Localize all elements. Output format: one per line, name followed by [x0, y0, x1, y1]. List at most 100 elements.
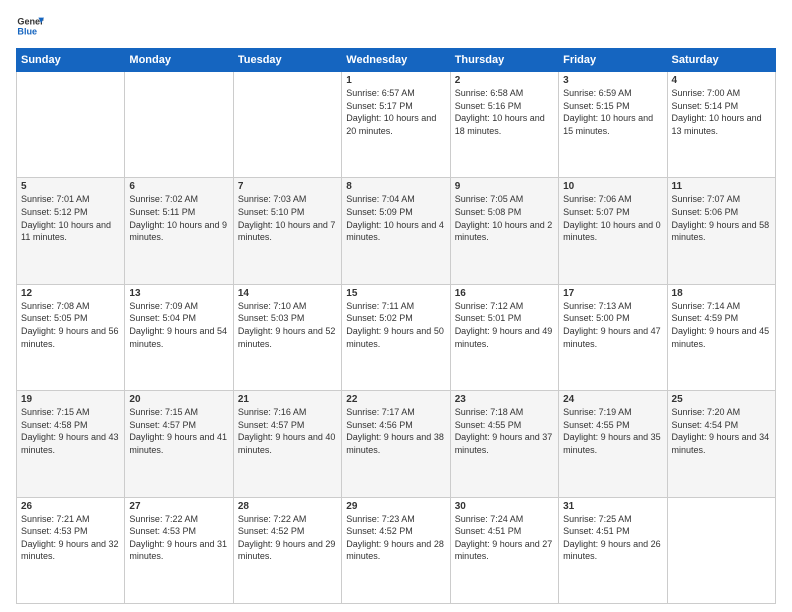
- day-number: 1: [346, 75, 445, 86]
- calendar-cell: [17, 72, 125, 178]
- calendar-header-thursday: Thursday: [450, 49, 558, 72]
- calendar-cell: 17 Sunrise: 7:13 AMSunset: 5:00 PMDayligh…: [559, 284, 667, 390]
- day-number: 5: [21, 181, 120, 192]
- cell-content: Sunrise: 7:04 AMSunset: 5:09 PMDaylight:…: [346, 194, 444, 242]
- calendar-cell: 29Sunrise: 7:23 AMSunset: 4:52 PMDayligh…: [342, 497, 450, 603]
- cell-content: Sunrise: 7:21 AMSunset: 4:53 PMDaylight:…: [21, 514, 119, 562]
- cell-content: Sunrise: 7:14 AMSunset: 4:59 PMDaylight:…: [672, 301, 770, 349]
- day-number: 16: [455, 288, 554, 299]
- calendar-header-friday: Friday: [559, 49, 667, 72]
- cell-content: Sunrise: 7:20 AMSunset: 4:54 PMDaylight:…: [672, 407, 770, 455]
- day-number: 8: [346, 181, 445, 192]
- calendar-cell: 22 Sunrise: 7:17 AMSunset: 4:56 PMDayligh…: [342, 391, 450, 497]
- calendar-header-row: SundayMondayTuesdayWednesdayThursdayFrid…: [17, 49, 776, 72]
- cell-content: Sunrise: 7:03 AMSunset: 5:10 PMDaylight:…: [238, 194, 336, 242]
- logo: General Blue: [16, 12, 44, 40]
- calendar-cell: 8 Sunrise: 7:04 AMSunset: 5:09 PMDaylight…: [342, 178, 450, 284]
- calendar-cell: 20 Sunrise: 7:15 AMSunset: 4:57 PMDayligh…: [125, 391, 233, 497]
- calendar-week-2: 5 Sunrise: 7:01 AMSunset: 5:12 PMDaylight…: [17, 178, 776, 284]
- cell-content: Sunrise: 7:15 AMSunset: 4:57 PMDaylight:…: [129, 407, 227, 455]
- calendar-cell: 5 Sunrise: 7:01 AMSunset: 5:12 PMDaylight…: [17, 178, 125, 284]
- day-number: 3: [563, 75, 662, 86]
- calendar-cell: 7 Sunrise: 7:03 AMSunset: 5:10 PMDaylight…: [233, 178, 341, 284]
- calendar-header-tuesday: Tuesday: [233, 49, 341, 72]
- calendar-cell: 10Sunrise: 7:06 AMSunset: 5:07 PMDayligh…: [559, 178, 667, 284]
- cell-content: Sunrise: 7:23 AMSunset: 4:52 PMDaylight:…: [346, 514, 444, 562]
- day-number: 27: [129, 501, 228, 512]
- cell-content: Sunrise: 7:02 AMSunset: 5:11 PMDaylight:…: [129, 194, 227, 242]
- cell-content: Sunrise: 7:08 AMSunset: 5:05 PMDaylight:…: [21, 301, 119, 349]
- calendar-cell: 15 Sunrise: 7:11 AMSunset: 5:02 PMDayligh…: [342, 284, 450, 390]
- calendar-cell: 3 Sunrise: 6:59 AMSunset: 5:15 PMDaylight…: [559, 72, 667, 178]
- cell-content: Sunrise: 7:01 AMSunset: 5:12 PMDaylight:…: [21, 194, 111, 242]
- day-number: 12: [21, 288, 120, 299]
- cell-content: Sunrise: 7:22 AMSunset: 4:53 PMDaylight:…: [129, 514, 227, 562]
- cell-content: Sunrise: 7:17 AMSunset: 4:56 PMDaylight:…: [346, 407, 444, 455]
- cell-content: Sunrise: 7:15 AMSunset: 4:58 PMDaylight:…: [21, 407, 119, 455]
- day-number: 19: [21, 394, 120, 405]
- calendar-cell: 2 Sunrise: 6:58 AMSunset: 5:16 PMDaylight…: [450, 72, 558, 178]
- calendar-cell: 24 Sunrise: 7:19 AMSunset: 4:55 PMDayligh…: [559, 391, 667, 497]
- cell-content: Sunrise: 7:09 AMSunset: 5:04 PMDaylight:…: [129, 301, 227, 349]
- calendar-cell: 4Sunrise: 7:00 AMSunset: 5:14 PMDaylight…: [667, 72, 775, 178]
- day-number: 26: [21, 501, 120, 512]
- cell-content: Sunrise: 7:13 AMSunset: 5:00 PMDaylight:…: [563, 301, 661, 349]
- calendar-cell: 14 Sunrise: 7:10 AMSunset: 5:03 PMDayligh…: [233, 284, 341, 390]
- calendar-cell: 9 Sunrise: 7:05 AMSunset: 5:08 PMDaylight…: [450, 178, 558, 284]
- calendar-cell: 26 Sunrise: 7:21 AMSunset: 4:53 PMDayligh…: [17, 497, 125, 603]
- header: General Blue: [16, 12, 776, 40]
- cell-content: Sunrise: 7:22 AMSunset: 4:52 PMDaylight:…: [238, 514, 336, 562]
- calendar-week-4: 19 Sunrise: 7:15 AMSunset: 4:58 PMDayligh…: [17, 391, 776, 497]
- cell-content: Sunrise: 6:57 AMSunset: 5:17 PMDaylight:…: [346, 88, 436, 136]
- day-number: 17: [563, 288, 662, 299]
- day-number: 14: [238, 288, 337, 299]
- cell-content: Sunrise: 6:58 AMSunset: 5:16 PMDaylight:…: [455, 88, 545, 136]
- cell-content: Sunrise: 7:05 AMSunset: 5:08 PMDaylight:…: [455, 194, 553, 242]
- day-number: 11: [672, 181, 771, 192]
- calendar-header-sunday: Sunday: [17, 49, 125, 72]
- calendar-cell: 11 Sunrise: 7:07 AMSunset: 5:06 PMDayligh…: [667, 178, 775, 284]
- day-number: 22: [346, 394, 445, 405]
- cell-content: Sunrise: 6:59 AMSunset: 5:15 PMDaylight:…: [563, 88, 653, 136]
- calendar-cell: [667, 497, 775, 603]
- calendar-cell: 12 Sunrise: 7:08 AMSunset: 5:05 PMDayligh…: [17, 284, 125, 390]
- calendar-header-saturday: Saturday: [667, 49, 775, 72]
- calendar-header-monday: Monday: [125, 49, 233, 72]
- day-number: 20: [129, 394, 228, 405]
- cell-content: Sunrise: 7:07 AMSunset: 5:06 PMDaylight:…: [672, 194, 770, 242]
- cell-content: Sunrise: 7:06 AMSunset: 5:07 PMDaylight:…: [563, 194, 661, 242]
- calendar-cell: 27 Sunrise: 7:22 AMSunset: 4:53 PMDayligh…: [125, 497, 233, 603]
- day-number: 15: [346, 288, 445, 299]
- cell-content: Sunrise: 7:24 AMSunset: 4:51 PMDaylight:…: [455, 514, 553, 562]
- calendar-cell: 21 Sunrise: 7:16 AMSunset: 4:57 PMDayligh…: [233, 391, 341, 497]
- day-number: 24: [563, 394, 662, 405]
- day-number: 21: [238, 394, 337, 405]
- calendar-cell: 23 Sunrise: 7:18 AMSunset: 4:55 PMDayligh…: [450, 391, 558, 497]
- svg-text:Blue: Blue: [17, 26, 37, 36]
- logo-icon: General Blue: [16, 12, 44, 40]
- cell-content: Sunrise: 7:10 AMSunset: 5:03 PMDaylight:…: [238, 301, 336, 349]
- day-number: 13: [129, 288, 228, 299]
- calendar-cell: 1 Sunrise: 6:57 AMSunset: 5:17 PMDaylight…: [342, 72, 450, 178]
- cell-content: Sunrise: 7:11 AMSunset: 5:02 PMDaylight:…: [346, 301, 444, 349]
- calendar-week-5: 26 Sunrise: 7:21 AMSunset: 4:53 PMDayligh…: [17, 497, 776, 603]
- calendar-cell: 16Sunrise: 7:12 AMSunset: 5:01 PMDayligh…: [450, 284, 558, 390]
- calendar-table: SundayMondayTuesdayWednesdayThursdayFrid…: [16, 48, 776, 604]
- day-number: 30: [455, 501, 554, 512]
- calendar-cell: 28Sunrise: 7:22 AMSunset: 4:52 PMDayligh…: [233, 497, 341, 603]
- calendar-cell: 25Sunrise: 7:20 AMSunset: 4:54 PMDayligh…: [667, 391, 775, 497]
- calendar-header-wednesday: Wednesday: [342, 49, 450, 72]
- day-number: 23: [455, 394, 554, 405]
- cell-content: Sunrise: 7:16 AMSunset: 4:57 PMDaylight:…: [238, 407, 336, 455]
- calendar-week-1: 1 Sunrise: 6:57 AMSunset: 5:17 PMDaylight…: [17, 72, 776, 178]
- cell-content: Sunrise: 7:18 AMSunset: 4:55 PMDaylight:…: [455, 407, 553, 455]
- day-number: 18: [672, 288, 771, 299]
- day-number: 2: [455, 75, 554, 86]
- day-number: 7: [238, 181, 337, 192]
- page: General Blue SundayMondayTuesdayWednesda…: [0, 0, 792, 612]
- cell-content: Sunrise: 7:19 AMSunset: 4:55 PMDaylight:…: [563, 407, 661, 455]
- day-number: 9: [455, 181, 554, 192]
- day-number: 31: [563, 501, 662, 512]
- calendar-cell: 19 Sunrise: 7:15 AMSunset: 4:58 PMDayligh…: [17, 391, 125, 497]
- calendar-cell: 18 Sunrise: 7:14 AMSunset: 4:59 PMDayligh…: [667, 284, 775, 390]
